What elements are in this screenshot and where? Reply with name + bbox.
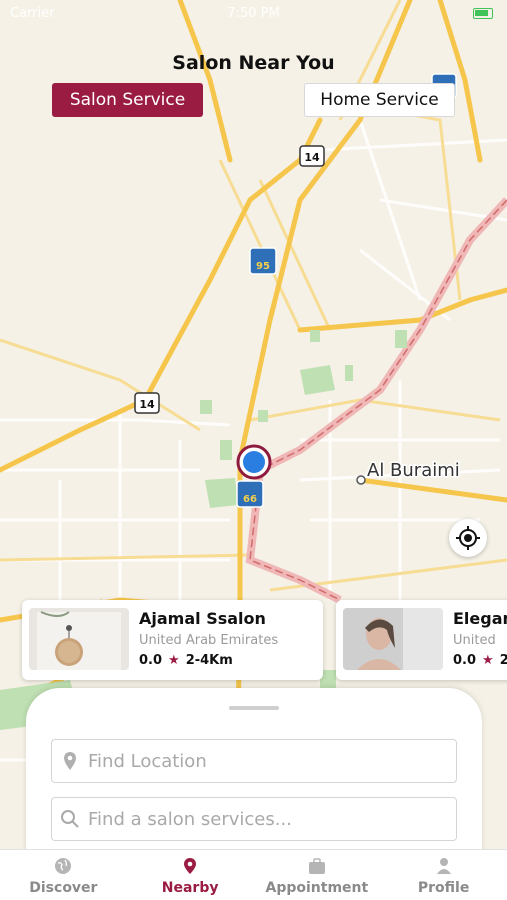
salon-name: Ajamal Ssalon bbox=[139, 609, 266, 628]
salon-meta: 0.0 ★ 2-4Km bbox=[139, 653, 233, 668]
briefcase-icon bbox=[308, 858, 325, 874]
road-shield-label: 14 bbox=[304, 151, 320, 164]
road-shield-label: 66 bbox=[243, 494, 257, 505]
salon-distance: 2-4Km bbox=[185, 653, 233, 668]
salon-rating: 0.0 bbox=[139, 653, 163, 668]
battery-icon bbox=[473, 8, 493, 19]
location-pin-icon bbox=[52, 751, 88, 771]
salon-distance: 2 bbox=[499, 653, 507, 668]
city-label: Al Buraimi bbox=[367, 460, 460, 481]
salon-country: United bbox=[453, 633, 496, 648]
service-search-input[interactable] bbox=[88, 808, 448, 830]
salon-name: Elegant bbox=[453, 609, 507, 628]
person-icon bbox=[436, 858, 451, 874]
road-shield-label: 14 bbox=[139, 398, 155, 411]
star-icon: ★ bbox=[482, 653, 494, 668]
tab-label: Profile bbox=[417, 880, 470, 896]
status-bar: Carrier 7:50 PM bbox=[0, 0, 507, 28]
tab-label: Nearby bbox=[161, 880, 219, 896]
tab-profile[interactable]: Profile bbox=[380, 850, 507, 900]
road-shield-label: 95 bbox=[256, 261, 270, 272]
home-service-button[interactable]: Home Service bbox=[304, 83, 455, 117]
salon-card[interactable]: Ajamal Ssalon United Arab Emirates 0.0 ★… bbox=[22, 600, 323, 680]
my-location-button[interactable] bbox=[449, 519, 487, 557]
salon-country: United Arab Emirates bbox=[139, 633, 279, 648]
salon-meta: 0.0 ★ 2 bbox=[453, 653, 507, 668]
tab-bar: Discover Nearby Appointment Profile bbox=[0, 849, 507, 900]
salon-thumbnail bbox=[29, 608, 129, 670]
salon-thumbnail bbox=[343, 608, 443, 670]
tab-nearby[interactable]: Nearby bbox=[127, 850, 254, 900]
salon-rating: 0.0 bbox=[453, 653, 477, 668]
clock: 7:50 PM bbox=[227, 6, 280, 21]
globe-icon bbox=[55, 858, 72, 874]
salon-service-button[interactable]: Salon Service bbox=[52, 83, 203, 117]
tab-label: Appointment bbox=[265, 880, 369, 896]
sheet-handle[interactable] bbox=[229, 706, 279, 710]
search-icon bbox=[52, 809, 88, 829]
location-input[interactable] bbox=[88, 750, 448, 772]
location-pin-icon bbox=[184, 858, 197, 874]
location-field[interactable] bbox=[51, 739, 457, 783]
star-icon: ★ bbox=[168, 653, 180, 668]
tab-label: Discover bbox=[29, 880, 98, 896]
tab-appointment[interactable]: Appointment bbox=[254, 850, 381, 900]
service-search-field[interactable] bbox=[51, 797, 457, 841]
current-location-marker bbox=[236, 444, 272, 480]
salon-card[interactable]: Elegant United 0.0 ★ 2 bbox=[336, 600, 507, 680]
page-title: Salon Near You bbox=[172, 52, 335, 74]
tab-discover[interactable]: Discover bbox=[0, 850, 127, 900]
crosshair-icon bbox=[456, 526, 480, 550]
